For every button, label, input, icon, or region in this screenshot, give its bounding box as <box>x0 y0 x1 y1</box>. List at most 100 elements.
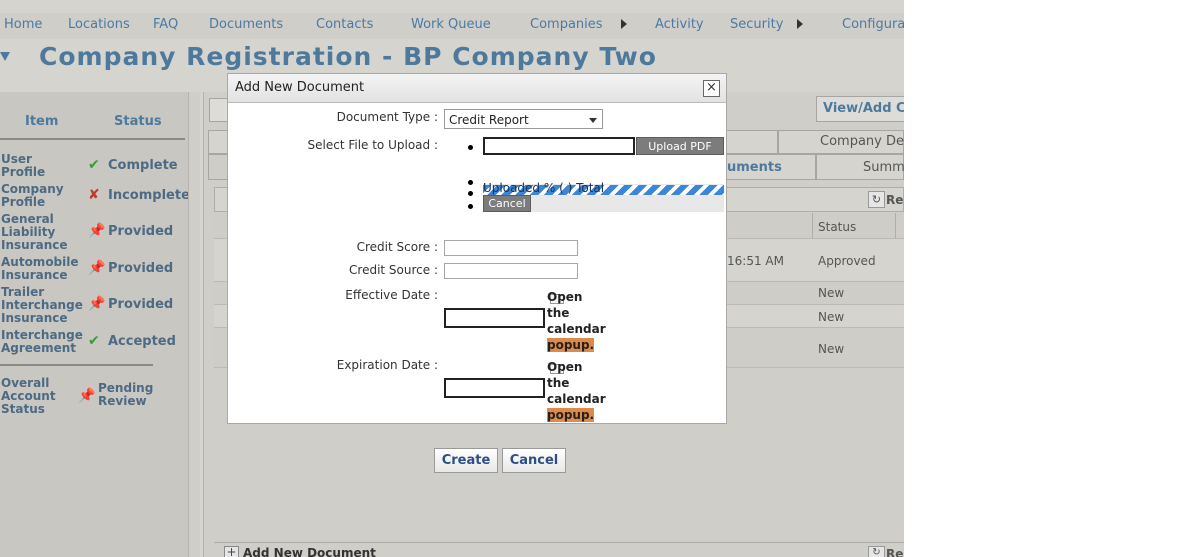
row-status: New <box>818 342 845 356</box>
calendar-link-line: Open <box>547 360 583 374</box>
item-line: Insurance <box>1 268 68 282</box>
file-upload-input[interactable] <box>483 137 635 155</box>
tab-summary[interactable]: Summa <box>816 154 904 180</box>
status-text: Provided <box>108 297 174 312</box>
nav-item-locations[interactable]: Locations <box>68 17 130 32</box>
list-bullet <box>468 191 473 196</box>
x-icon: ✘ <box>88 187 100 203</box>
overall-divider <box>0 364 153 366</box>
main-nav: Home Locations FAQ Documents Contacts Wo… <box>0 13 904 39</box>
row-status: New <box>818 286 845 300</box>
status-text: Accepted <box>108 334 176 349</box>
document-type-label: Document Type : <box>336 110 438 124</box>
status-text: Provided <box>108 224 174 239</box>
status-value-trailer-interchange: 📌 Provided <box>88 296 173 312</box>
calendar-link-line: calendar <box>547 392 606 406</box>
effective-date-calendar-link[interactable]: Open the calendar popup. <box>547 289 609 353</box>
nav-item-home[interactable]: Home <box>4 17 42 32</box>
status-col-status-header: Status <box>114 114 162 129</box>
status-value-automobile: 📌 Provided <box>88 260 173 276</box>
security-submenu-arrow-icon[interactable] <box>797 19 803 29</box>
list-bullet <box>468 145 473 150</box>
nav-item-work-queue[interactable]: Work Queue <box>411 17 491 32</box>
nav-item-contacts[interactable]: Contacts <box>316 17 373 32</box>
upload-pdf-button[interactable]: Upload PDF <box>636 137 724 155</box>
cancel-button[interactable]: Cancel <box>502 448 566 473</box>
refresh-label[interactable]: Re <box>886 547 903 557</box>
status-text: Complete <box>108 158 178 173</box>
dialog-title: Add New Document <box>235 80 365 95</box>
expiration-date-input[interactable] <box>444 378 545 398</box>
document-type-select[interactable]: Credit Report <box>444 109 603 129</box>
expiration-date-calendar-link[interactable]: Open the calendar popup. <box>547 359 609 423</box>
pin-icon: 📌 <box>88 296 106 312</box>
credit-score-label: Credit Score : <box>356 240 438 254</box>
calendar-link-line: the <box>547 306 570 320</box>
grid-col-status-header[interactable]: Status <box>818 220 856 234</box>
item-line: Insurance <box>1 311 68 325</box>
dialog-titlebar[interactable]: Add New Document × <box>228 74 726 103</box>
expiration-date-label: Expiration Date : <box>336 358 438 372</box>
add-new-document-link[interactable]: Add New Document <box>243 546 376 557</box>
row-time: 16:51 AM <box>727 254 784 268</box>
status-item-overall: Overall Account Status <box>1 377 83 416</box>
credit-source-input[interactable] <box>444 263 578 279</box>
status-text: Incomplete <box>108 188 190 203</box>
row-status: New <box>818 310 845 324</box>
status-item-interchange-agreement: Interchange Agreement <box>1 329 83 355</box>
view-add-company-button[interactable]: View/Add Co <box>816 96 904 122</box>
nav-item-activity[interactable]: Activity <box>655 17 704 32</box>
status-item-general-liability: General Liability Insurance <box>1 213 83 252</box>
nav-item-faq[interactable]: FAQ <box>153 17 178 32</box>
item-line: Profile <box>1 165 46 179</box>
credit-score-input[interactable] <box>444 240 578 256</box>
check-icon: ✔ <box>88 157 100 173</box>
panel-splitter[interactable] <box>188 92 200 557</box>
document-type-value: Credit Report <box>449 113 529 127</box>
status-item-user-profile: User Profile <box>1 153 83 179</box>
status-text: Provided <box>108 261 174 276</box>
tab-company-details[interactable]: Company Det <box>778 130 904 154</box>
overall-status-text: Pending Review <box>98 382 153 408</box>
item-line: Agreement <box>1 341 76 355</box>
nav-item-companies[interactable]: Companies <box>530 17 603 32</box>
effective-date-input[interactable] <box>444 308 545 328</box>
calendar-link-line: popup. <box>547 408 595 422</box>
effective-date-label: Effective Date : <box>345 288 438 302</box>
select-file-label: Select File to Upload : <box>307 138 439 152</box>
col-divider <box>812 213 813 239</box>
status-value-overall: 📌 Pending Review <box>78 382 153 409</box>
refresh-icon[interactable]: ↻ <box>868 191 885 208</box>
item-line: Insurance <box>1 238 68 252</box>
item-line: Profile <box>1 195 46 209</box>
nav-item-configuration[interactable]: Configurati <box>842 17 904 32</box>
status-item-trailer-interchange: Trailer Interchange Insurance <box>1 286 83 325</box>
calendar-link-line: calendar <box>547 322 606 336</box>
pin-icon: 📌 <box>88 223 106 239</box>
col-divider <box>895 213 896 239</box>
create-button[interactable]: Create <box>434 448 498 473</box>
status-item-company-profile: Company Profile <box>1 183 83 209</box>
close-icon[interactable]: × <box>703 80 720 97</box>
companies-submenu-arrow-icon[interactable] <box>621 19 627 29</box>
calendar-link-line: the <box>547 376 570 390</box>
list-bullet <box>468 180 473 185</box>
collapse-toggle-icon[interactable] <box>0 52 10 61</box>
status-value-user-profile: ✔ Complete <box>88 157 178 173</box>
calendar-link-line: popup. <box>547 338 595 352</box>
tab-documents[interactable]: uments <box>726 154 816 180</box>
status-line: Review <box>98 394 147 408</box>
add-icon[interactable]: + <box>224 546 239 557</box>
refresh-icon[interactable]: ↻ <box>868 546 885 557</box>
pin-icon: 📌 <box>78 388 96 404</box>
add-document-dialog: Add New Document × Document Type : Credi… <box>227 73 727 424</box>
chevron-down-icon <box>589 118 597 123</box>
upload-cancel-button[interactable]: Cancel <box>483 195 531 212</box>
status-col-item-header: Item <box>25 114 59 129</box>
registration-status-panel: Item Status User Profile ✔ Complete Compa… <box>0 92 200 557</box>
nav-item-documents[interactable]: Documents <box>209 17 283 32</box>
nav-item-security[interactable]: Security <box>730 17 783 32</box>
refresh-label[interactable]: Re <box>886 193 903 207</box>
progress-text: Uploaded % ( ) Total <box>483 181 605 195</box>
status-value-interchange-agreement: ✔ Accepted <box>88 333 176 349</box>
